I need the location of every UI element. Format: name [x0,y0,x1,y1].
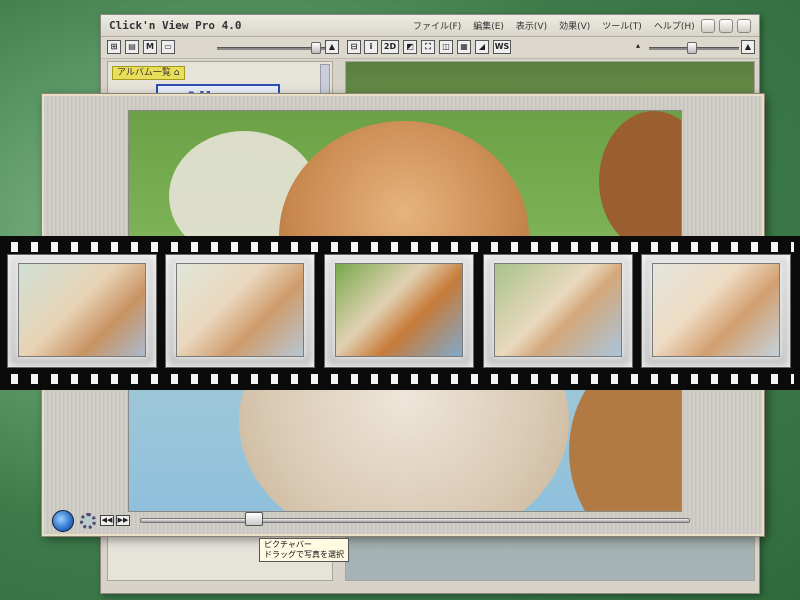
menu-file[interactable]: ファイル(F) [413,19,461,32]
thumbnail-4 [494,263,622,357]
film-perforations-top [6,242,794,252]
picture-bar[interactable] [0,236,800,390]
info-icon[interactable]: i [364,40,378,54]
play-icon[interactable] [52,510,74,532]
print-icon[interactable]: ▭ [161,40,175,54]
slideshow-icon[interactable]: ◩ [403,40,417,54]
seek-thumb[interactable] [245,512,263,526]
menu-bar: ファイル(F) 編集(E) 表示(V) 効果(V) ツール(T) ヘルプ(H) [413,19,695,32]
title-bar: Click'n View Pro 4.0 ファイル(F) 編集(E) 表示(V)… [101,15,759,37]
left-zoom-thumb[interactable] [311,42,321,54]
toolbar: ⊞ ▤ M ▭ ▲ ⊟ i 2D ◩ ⛶ ◫ ▦ ◢ WS ▴ ▲ [101,37,759,59]
gear-icon[interactable] [80,513,96,529]
next-icon[interactable]: ▶▶ [116,515,130,526]
close-button[interactable] [737,19,751,33]
right-zoom-thumb[interactable] [687,42,697,54]
film-frame-4[interactable] [483,254,633,368]
menu-effects[interactable]: 効果(V) [559,19,590,32]
thumbnail-1 [18,263,146,357]
album-list-tab[interactable]: アルバム一覧 ⌂ [112,66,185,80]
tooltip-title: ピクチャバー [264,540,312,549]
network-icon[interactable]: ⊞ [107,40,121,54]
film-perforations-bottom [6,374,794,384]
viewer-controls: ◀◀ ▶▶ [44,510,762,534]
seek-bar[interactable] [140,518,690,523]
menu-tools[interactable]: ツール(T) [602,19,642,32]
grid-icon[interactable]: ⊟ [347,40,361,54]
thumbnail-5 [652,263,780,357]
film-frame-1[interactable] [7,254,157,368]
contrast-icon[interactable]: ◢ [475,40,489,54]
person-icon[interactable]: ▲ [325,40,339,54]
ws-button[interactable]: WS [493,40,511,54]
maximize-button[interactable] [719,19,733,33]
profile-icon[interactable]: ▲ [741,40,755,54]
m-button[interactable]: M [143,40,157,54]
album-list-tab-label: アルバム一覧 [117,68,171,78]
arrow-up-icon[interactable]: ▴ [633,40,643,54]
thumbnail-3 [335,263,463,357]
film-frame-3-selected[interactable] [324,254,474,368]
menu-help[interactable]: ヘルプ(H) [654,19,695,32]
view-2d-button[interactable]: 2D [381,40,399,54]
layout-icon[interactable]: ▦ [457,40,471,54]
app-title: Click'n View Pro 4.0 [109,19,242,32]
previous-icon[interactable]: ◀◀ [100,515,114,526]
menu-view[interactable]: 表示(V) [516,19,547,32]
photo-second-dog [599,111,681,251]
menu-edit[interactable]: 編集(E) [473,19,504,32]
film-frame-5[interactable] [641,254,791,368]
tooltip-hint: ドラッグで写真を選択 [264,550,344,559]
split-view-icon[interactable]: ◫ [439,40,453,54]
fullscreen-icon[interactable]: ⛶ [421,40,435,54]
minimize-button[interactable] [701,19,715,33]
window-controls [701,19,751,33]
document-icon[interactable]: ▤ [125,40,139,54]
thumbnail-2 [176,263,304,357]
film-frame-2[interactable] [165,254,315,368]
picture-bar-tooltip: ピクチャバー ドラッグで写真を選択 [259,538,349,562]
